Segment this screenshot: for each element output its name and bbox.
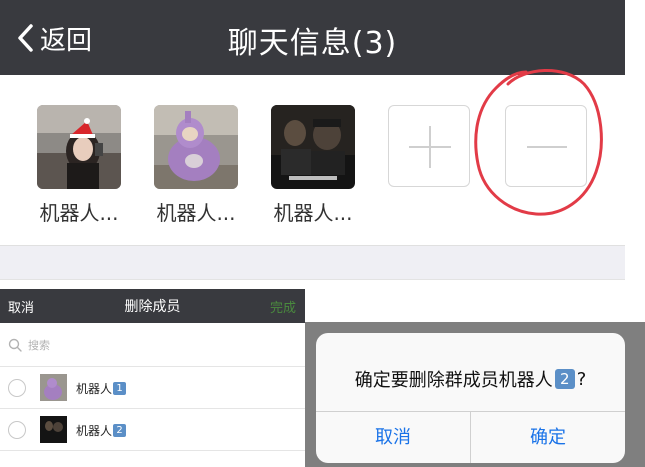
member-name: 机器人... bbox=[273, 201, 353, 225]
member-item[interactable]: 机器人... bbox=[37, 105, 121, 225]
confirm-dialog-screen: 确定要删除群成员机器人 2? 取消 确定 bbox=[305, 322, 645, 467]
add-member-button[interactable] bbox=[388, 105, 470, 187]
dialog-confirm-button[interactable]: 确定 bbox=[471, 412, 625, 463]
member-row[interactable]: 机器人 1 bbox=[0, 367, 305, 409]
members-grid: 机器人... 机器人... 机器人... bbox=[0, 75, 625, 245]
confirm-dialog: 确定要删除群成员机器人 2? 取消 确定 bbox=[316, 333, 625, 463]
member-item[interactable]: 机器人... bbox=[271, 105, 355, 225]
member-item[interactable]: 机器人... bbox=[154, 105, 238, 225]
section-separator bbox=[0, 246, 625, 279]
search-placeholder: 搜索 bbox=[28, 339, 50, 352]
number-badge: 2 bbox=[554, 369, 575, 389]
remove-member-button[interactable] bbox=[505, 105, 587, 187]
divider bbox=[0, 279, 625, 280]
member-name: 机器人 1 bbox=[76, 380, 127, 397]
member-row[interactable]: 机器人 2 bbox=[0, 409, 305, 451]
avatar bbox=[37, 105, 121, 189]
select-radio[interactable] bbox=[8, 379, 26, 397]
remove-screen-title: 删除成员 bbox=[124, 299, 181, 315]
member-name: 机器人 2 bbox=[76, 422, 127, 439]
avatar bbox=[40, 374, 67, 401]
member-name: 机器人... bbox=[156, 201, 236, 225]
avatar bbox=[154, 105, 238, 189]
done-button[interactable]: 完成 bbox=[270, 297, 296, 316]
number-badge: 1 bbox=[113, 382, 127, 395]
select-radio[interactable] bbox=[8, 421, 26, 439]
avatar bbox=[271, 105, 355, 189]
search-icon bbox=[8, 338, 22, 352]
remove-member-screen: 取消 删除成员 完成 搜索 机器人 1 机器人 2 bbox=[0, 289, 305, 467]
number-badge: 2 bbox=[113, 424, 127, 437]
avatar bbox=[40, 416, 67, 443]
page-title: 聊天信息(3) bbox=[227, 26, 398, 61]
dialog-message: 确定要删除群成员机器人 2? bbox=[354, 368, 587, 392]
member-name: 机器人... bbox=[39, 201, 119, 225]
dialog-cancel-button[interactable]: 取消 bbox=[316, 412, 470, 463]
